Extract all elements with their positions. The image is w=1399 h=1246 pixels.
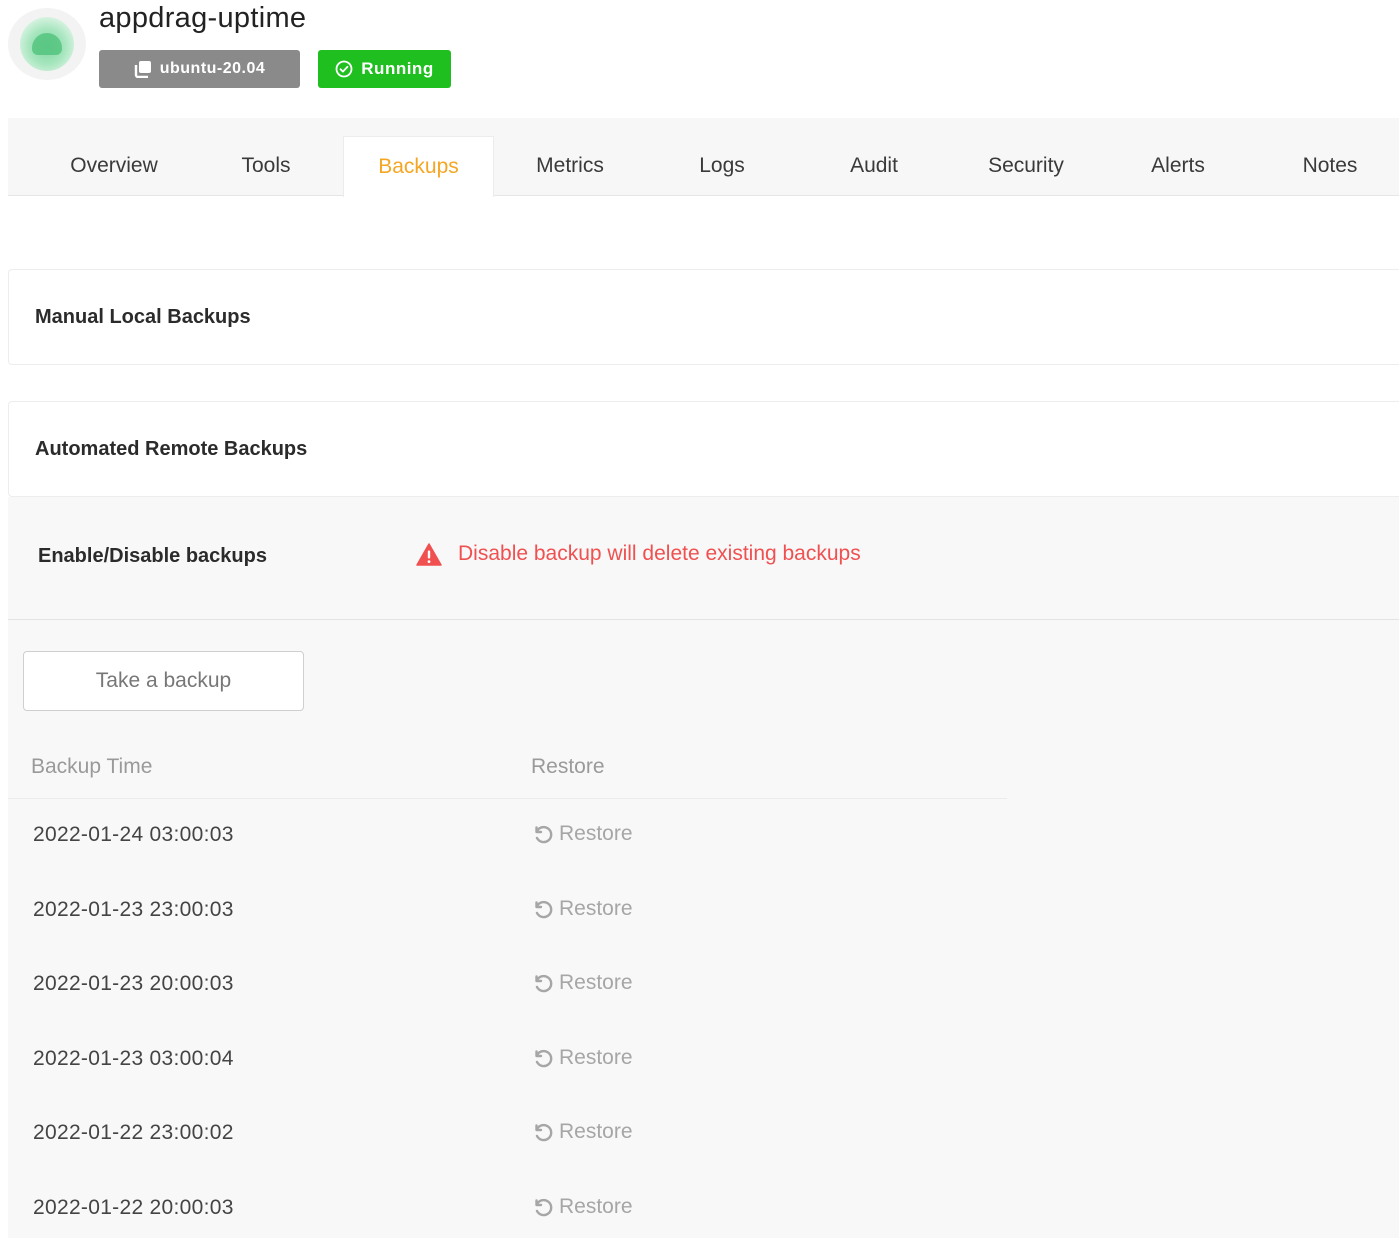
restore-label: Restore: [559, 1120, 633, 1144]
undo-icon: [531, 971, 555, 995]
table-row: 2022-01-23 23:00:03 Restore: [8, 874, 1007, 949]
tab-metrics[interactable]: Metrics: [494, 136, 646, 196]
tab-alerts[interactable]: Alerts: [1102, 136, 1254, 196]
automated-remote-backups-title: Automated Remote Backups: [35, 438, 307, 461]
tab-audit[interactable]: Audit: [798, 136, 950, 196]
table-row: 2022-01-23 03:00:04 Restore: [8, 1023, 1007, 1098]
restore-label: Restore: [559, 1195, 633, 1219]
backup-time-cell: 2022-01-22 23:00:02: [33, 1121, 234, 1145]
backup-warning: Disable backup will delete existing back…: [416, 542, 861, 566]
app-avatar: [8, 8, 86, 80]
table-header: Backup Time Restore: [8, 737, 1007, 799]
tab-tools[interactable]: Tools: [190, 136, 342, 196]
automated-remote-backups-header[interactable]: Automated Remote Backups: [8, 401, 1399, 497]
restore-button[interactable]: Restore: [531, 1120, 633, 1144]
tab-backups[interactable]: Backups: [343, 136, 494, 197]
undo-icon: [531, 1046, 555, 1070]
backup-time-cell: 2022-01-23 23:00:03: [33, 898, 234, 922]
undo-icon: [531, 1195, 555, 1219]
restore-label: Restore: [559, 1046, 633, 1070]
os-badge-label: ubuntu-20.04: [160, 60, 266, 78]
tab-security[interactable]: Security: [950, 136, 1102, 196]
restore-button[interactable]: Restore: [531, 1046, 633, 1070]
backups-table: Backup Time Restore 2022-01-24 03:00:03 …: [8, 737, 1007, 1246]
enable-backups-row: Enable/Disable backups Disable backup wi…: [8, 497, 1399, 620]
table-row: 2022-01-24 03:00:03 Restore: [8, 799, 1007, 874]
restore-button[interactable]: Restore: [531, 822, 633, 846]
undo-icon: [531, 897, 555, 921]
copy-icon: [134, 60, 152, 78]
tab-notes[interactable]: Notes: [1254, 136, 1399, 196]
enable-backups-label: Enable/Disable backups: [38, 545, 267, 568]
column-header-restore: Restore: [531, 755, 605, 779]
restore-label: Restore: [559, 971, 633, 995]
restore-label: Restore: [559, 897, 633, 921]
warning-triangle-icon: [416, 543, 442, 566]
table-row: 2022-01-22 23:00:02 Restore: [8, 1097, 1007, 1172]
app-header: appdrag-uptime ubuntu-20.04 Running: [8, 0, 1399, 118]
column-header-backup-time: Backup Time: [31, 755, 152, 779]
tab-overview[interactable]: Overview: [38, 136, 190, 196]
manual-local-backups-title: Manual Local Backups: [35, 306, 251, 329]
backup-time-cell: 2022-01-22 20:00:03: [33, 1196, 234, 1220]
backup-time-cell: 2022-01-24 03:00:03: [33, 823, 234, 847]
remote-backups-panel: Enable/Disable backups Disable backup wi…: [8, 497, 1399, 1238]
take-backup-button[interactable]: Take a backup: [23, 651, 304, 711]
check-circle-icon: [335, 60, 353, 78]
app-title: appdrag-uptime: [99, 2, 306, 35]
undo-icon: [531, 822, 555, 846]
restore-label: Restore: [559, 822, 633, 846]
tab-bar: Overview Tools Backups Metrics Logs Audi…: [8, 118, 1399, 196]
os-badge: ubuntu-20.04: [99, 50, 300, 88]
app-logo-icon: [20, 17, 74, 71]
undo-icon: [531, 1120, 555, 1144]
backup-warning-text: Disable backup will delete existing back…: [458, 542, 861, 566]
status-badge-label: Running: [361, 59, 433, 79]
backup-time-cell: 2022-01-23 03:00:04: [33, 1047, 234, 1071]
status-badge: Running: [318, 50, 451, 88]
table-row: 2022-01-22 20:00:03 Restore: [8, 1172, 1007, 1246]
restore-button[interactable]: Restore: [531, 897, 633, 921]
table-row: 2022-01-23 20:00:03 Restore: [8, 948, 1007, 1023]
backup-time-cell: 2022-01-23 20:00:03: [33, 972, 234, 996]
manual-local-backups-header[interactable]: Manual Local Backups: [8, 269, 1399, 365]
restore-button[interactable]: Restore: [531, 1195, 633, 1219]
restore-button[interactable]: Restore: [531, 971, 633, 995]
tab-logs[interactable]: Logs: [646, 136, 798, 196]
